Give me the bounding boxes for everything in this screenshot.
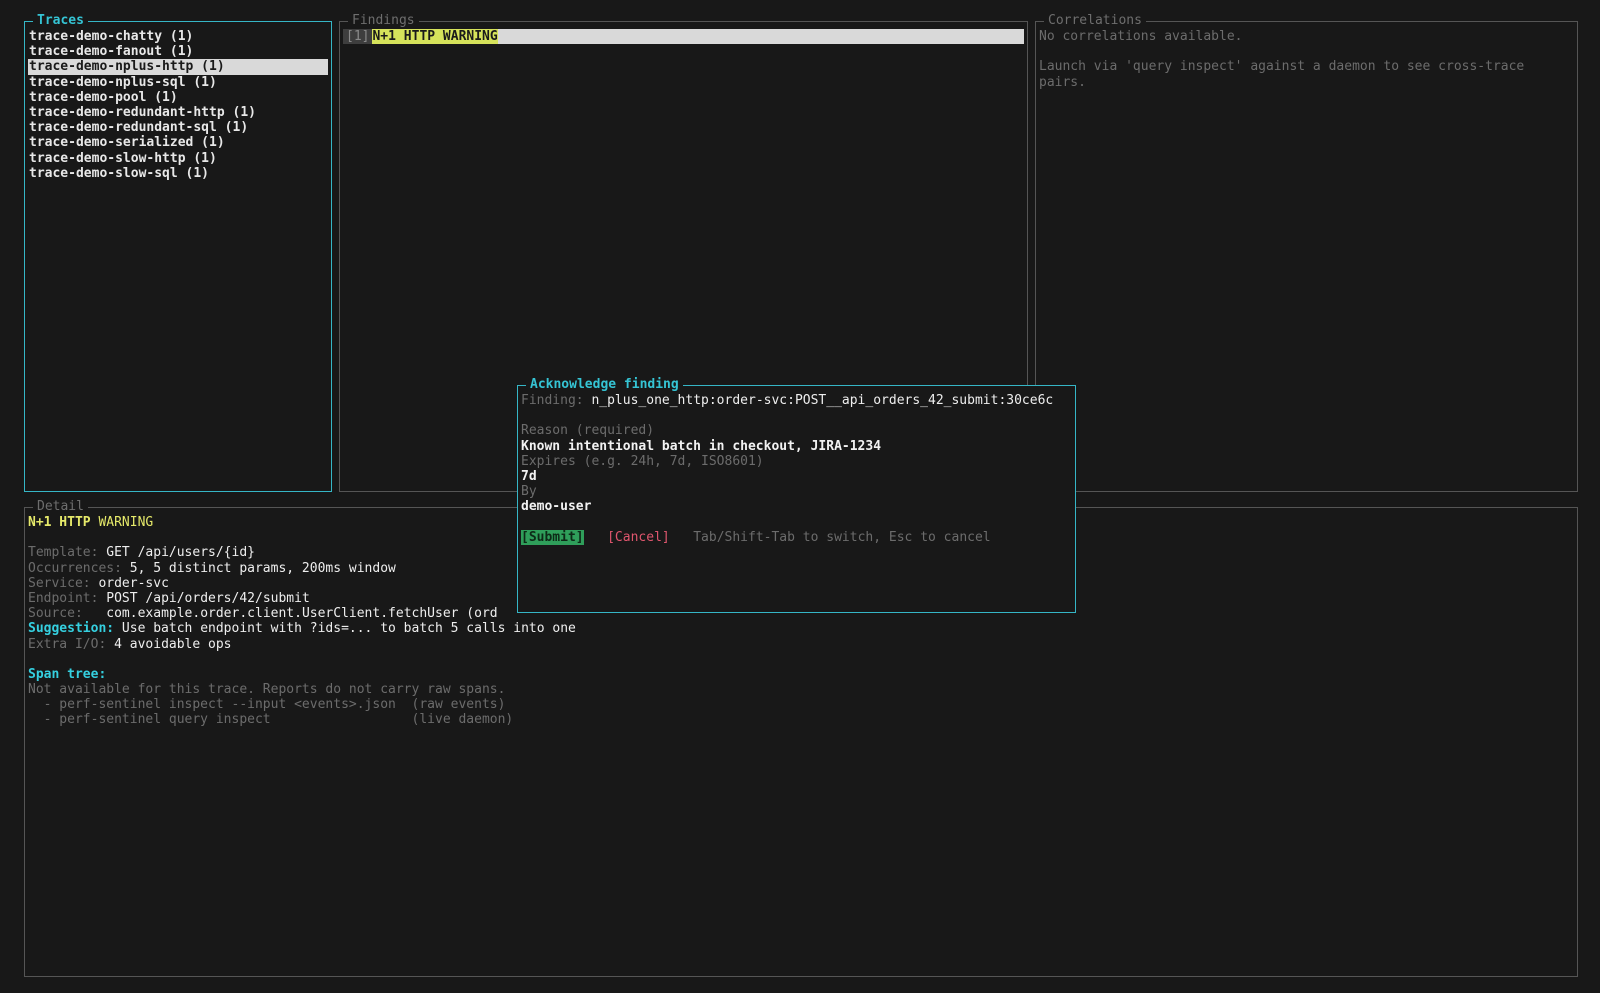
extra-io-row: Extra I/O: 4 avoidable ops <box>28 637 1574 652</box>
finding-index: [1] <box>343 29 373 44</box>
trace-list-item[interactable]: trace-demo-nplus-sql (1) <box>28 75 328 90</box>
expires-label: Expires (e.g. 24h, 7d, ISO8601) <box>521 453 764 469</box>
template-value: GET /api/users/{id} <box>106 545 255 561</box>
reason-label: Reason (required) <box>521 423 655 439</box>
extra-io-label: Extra I/O: <box>28 636 107 652</box>
finding-severity: WARNING <box>98 515 154 530</box>
by-input[interactable]: demo-user <box>521 499 1072 514</box>
span-tree-heading: Span tree: <box>28 666 107 682</box>
trace-list-item[interactable]: trace-demo-redundant-sql (1) <box>28 120 328 135</box>
traces-panel: Traces trace-demo-chatty (1) trace-demo-f… <box>24 13 332 492</box>
dialog-title: Acknowledge finding <box>526 377 683 393</box>
endpoint-value: POST /api/orders/42/submit <box>106 590 310 606</box>
service-value: order-svc <box>98 575 169 591</box>
finding-id-value: n_plus_one_http:order-svc:POST__api_orde… <box>591 393 1054 408</box>
span-tree-line: Not available for this trace. Reports do… <box>28 682 506 698</box>
suggestion-value: Use batch endpoint with ?ids=... to batc… <box>121 621 576 637</box>
finding-id-label: Finding: <box>521 393 584 408</box>
correlations-hint-text: Launch via 'query inspect' against a dae… <box>1039 59 1525 75</box>
correlations-content: No correlations available. Launch via 'q… <box>1039 29 1574 90</box>
span-tree-line: - perf-sentinel query inspect (live daem… <box>28 712 514 728</box>
finding-id-row: Finding: n_plus_one_http:order-svc:POST_… <box>521 393 1072 408</box>
trace-list-item[interactable]: trace-demo-slow-sql (1) <box>28 166 328 181</box>
service-label: Service: <box>28 575 91 591</box>
dialog-actions: [Submit] [Cancel] Tab/Shift-Tab to switc… <box>521 529 1072 545</box>
trace-list-item[interactable]: trace-demo-pool (1) <box>28 90 328 105</box>
findings-panel-title: Findings <box>348 13 419 29</box>
correlations-empty-text: No correlations available. <box>1039 29 1243 44</box>
correlations-hint-text-cont: pairs. <box>1039 74 1086 90</box>
trace-list-item[interactable]: trace-demo-fanout (1) <box>28 44 328 59</box>
trace-list-item[interactable]: trace-demo-nplus-http (1) <box>28 59 328 75</box>
suggestion-row: Suggestion: Use batch endpoint with ?ids… <box>28 621 1574 636</box>
traces-list: trace-demo-chatty (1) trace-demo-fanout (… <box>28 29 328 181</box>
finding-title: N+1 HTTP WARNING <box>372 29 498 44</box>
expires-input[interactable]: 7d <box>521 469 1072 484</box>
reason-input[interactable]: Known intentional batch in checkout, JIR… <box>521 439 1072 454</box>
correlations-panel-title: Correlations <box>1044 13 1146 29</box>
detail-panel-title: Detail <box>33 499 88 515</box>
endpoint-label: Endpoint: <box>28 590 99 606</box>
by-label: By <box>521 484 537 500</box>
source-label: Source: <box>28 606 83 622</box>
cancel-button[interactable]: [Cancel] <box>607 530 670 545</box>
finding-type: N+1 HTTP <box>28 515 91 530</box>
trace-list-item[interactable]: trace-demo-serialized (1) <box>28 135 328 150</box>
span-tree-line: - perf-sentinel inspect --input <events>… <box>28 697 506 713</box>
template-label: Template: <box>28 545 99 561</box>
occurrences-value: 5, 5 distinct params, 200ms window <box>129 560 396 576</box>
source-value: com.example.order.client.UserClient.fetc… <box>106 606 498 622</box>
dialog-hint: Tab/Shift-Tab to switch, Esc to cancel <box>693 529 991 545</box>
dialog-content: Finding: n_plus_one_http:order-svc:POST_… <box>521 393 1072 545</box>
acknowledge-dialog: Acknowledge finding Finding: n_plus_one_… <box>517 377 1076 613</box>
trace-list-item[interactable]: trace-demo-slow-http (1) <box>28 151 328 166</box>
suggestion-label: Suggestion: <box>28 621 115 637</box>
findings-list: [1] N+1 HTTP WARNING <box>343 29 1024 45</box>
trace-list-item[interactable]: trace-demo-chatty (1) <box>28 29 328 44</box>
occurrences-label: Occurrences: <box>28 560 122 576</box>
submit-button[interactable]: [Submit] <box>521 529 584 545</box>
trace-list-item[interactable]: trace-demo-redundant-http (1) <box>28 105 328 120</box>
traces-panel-title: Traces <box>33 13 88 29</box>
correlations-panel: Correlations No correlations available. … <box>1035 13 1578 492</box>
finding-item[interactable]: [1] N+1 HTTP WARNING <box>343 29 1024 45</box>
extra-io-value: 4 avoidable ops <box>114 636 232 652</box>
